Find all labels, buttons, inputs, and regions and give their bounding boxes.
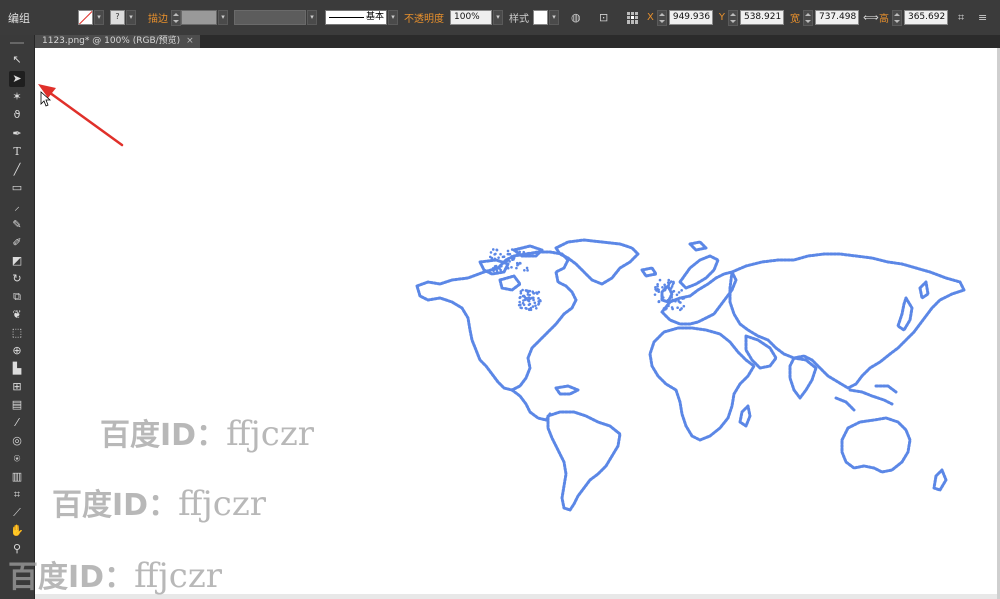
madagascar-outline xyxy=(738,404,752,428)
sakhalin-outline xyxy=(918,280,930,300)
pencil-tool-icon[interactable]: ✎ xyxy=(9,217,25,233)
width-input[interactable]: 737.498 xyxy=(814,10,859,25)
iceland-outline xyxy=(640,266,658,278)
world-map-artwork[interactable] xyxy=(380,190,980,520)
chevron-down-icon[interactable]: ▾ xyxy=(388,10,398,25)
watermark-3-cn: 百度ID： xyxy=(8,560,135,595)
australia-outline xyxy=(840,416,912,474)
mesh-tool-icon[interactable]: ⊞ xyxy=(9,379,25,395)
x-input[interactable]: 949.936 xyxy=(668,10,713,25)
illustrator-window: 编组 ▾ ? ▾ 描边 ▾ ▾ 基本 ▾ 不透明度 100% ▾ 样式 ▾ ◍ … xyxy=(0,0,1000,599)
recolor-artwork-icon[interactable]: ◍ xyxy=(571,11,585,25)
india-outline xyxy=(788,356,818,400)
direct-selection-tool-icon[interactable]: ➤ xyxy=(9,71,25,87)
x-stepper[interactable] xyxy=(656,9,667,26)
reference-point-icon[interactable] xyxy=(627,11,639,24)
chevron-down-icon[interactable]: ▾ xyxy=(493,10,503,25)
panel-menu-icon[interactable]: ≡ xyxy=(978,11,992,25)
svalbard-outline xyxy=(688,240,708,252)
eraser-tool-icon[interactable]: ◩ xyxy=(9,253,25,269)
watermark-2: 百度ID：ffjczr xyxy=(52,480,266,524)
rectangle-tool-icon[interactable]: ▭ xyxy=(9,180,25,196)
document-tab[interactable]: 1123.png* @ 100% (RGB/预览) × xyxy=(34,35,200,48)
fill-none-swatch xyxy=(78,10,93,25)
control-bar: 编组 ▾ ? ▾ 描边 ▾ ▾ 基本 ▾ 不透明度 100% ▾ 样式 ▾ ◍ … xyxy=(0,0,1000,36)
brush-definition[interactable]: 基本 xyxy=(325,10,387,25)
symbol-sprayer-tool-icon[interactable]: ⍟ xyxy=(9,451,25,467)
warp-tool-icon[interactable]: ❦ xyxy=(9,307,25,323)
height-stepper[interactable] xyxy=(891,9,902,26)
chevron-down-icon[interactable]: ▾ xyxy=(218,10,228,25)
close-icon[interactable]: × xyxy=(186,36,194,46)
x-label: X xyxy=(647,12,654,23)
eyedropper-tool-icon[interactable]: ⁄ xyxy=(9,415,25,431)
europe-outline xyxy=(660,270,738,326)
opacity-input[interactable]: 100% xyxy=(450,10,492,25)
align-options-icon[interactable]: ⊡ xyxy=(599,11,613,25)
watermark-1-cn: 百度ID： xyxy=(100,418,227,453)
south-america-outline xyxy=(546,410,622,512)
y-label: Y xyxy=(718,12,725,23)
lasso-tool-icon[interactable]: ϑ xyxy=(9,107,25,123)
free-transform-tool-icon[interactable]: ⬚ xyxy=(9,325,25,341)
stroke-label[interactable]: 描边 xyxy=(148,10,168,25)
central-america-outline xyxy=(510,384,580,422)
paintbrush-tool-icon[interactable]: ⸝ xyxy=(9,199,25,215)
slice-tool-icon[interactable]: ⟋ xyxy=(9,505,25,521)
africa-outline xyxy=(648,326,756,442)
chevron-down-icon: ▾ xyxy=(126,10,136,25)
transform-icon[interactable]: ⌗ xyxy=(958,11,972,25)
width-label: 宽 xyxy=(789,14,800,25)
southeast-asia-islands-outline xyxy=(834,384,898,412)
height-input[interactable]: 365.692 xyxy=(903,10,948,25)
selection-tool-icon[interactable]: ↖ xyxy=(9,52,25,68)
height-label: 高 xyxy=(878,14,889,25)
column-graph-tool-icon[interactable]: ▥ xyxy=(9,469,25,485)
watermark-3: 百度ID：ffjczr xyxy=(8,552,222,596)
panel-grip[interactable] xyxy=(10,42,24,44)
variable-width-profile[interactable] xyxy=(234,10,306,25)
constrain-proportions-icon[interactable]: ⟺ xyxy=(863,11,879,25)
chevron-down-icon[interactable]: ▾ xyxy=(549,10,559,25)
stroke-weight-stepper[interactable] xyxy=(171,9,181,26)
stroke-color-picker[interactable]: ? ▾ xyxy=(110,10,136,25)
line-tool-icon[interactable]: ╱ xyxy=(9,162,25,178)
document-tab-title: 1123.png* @ 100% (RGB/预览) xyxy=(42,36,181,46)
y-input[interactable]: 538.921 xyxy=(739,10,784,25)
new-zealand-outline xyxy=(932,468,948,492)
perspective-grid-tool-icon[interactable]: ▙ xyxy=(9,361,25,377)
shape-builder-tool-icon[interactable]: ⊕ xyxy=(9,343,25,359)
type-tool-icon[interactable]: T xyxy=(9,144,25,160)
rotate-tool-icon[interactable]: ↻ xyxy=(9,271,25,287)
document-tab-bar: 1123.png* @ 100% (RGB/预览) × xyxy=(0,35,1000,48)
selection-type-label: 编组 xyxy=(8,11,30,25)
y-stepper[interactable] xyxy=(727,9,738,26)
watermark-3-en: ffjczr xyxy=(134,556,222,596)
japan-outline xyxy=(896,296,914,332)
scale-tool-icon[interactable]: ⧉ xyxy=(9,289,25,305)
hand-tool-icon[interactable]: ✋ xyxy=(9,523,25,539)
blob-brush-tool-icon[interactable]: ✐ xyxy=(9,235,25,251)
watermark-1: 百度ID：ffjczr xyxy=(100,410,314,454)
graphic-style-swatch[interactable] xyxy=(533,10,548,25)
artboard-tool-icon[interactable]: ⌗ xyxy=(9,487,25,503)
stroke-swatch: ? xyxy=(110,10,125,25)
pen-tool-icon[interactable]: ✒ xyxy=(9,126,25,142)
gradient-tool-icon[interactable]: ▤ xyxy=(9,397,25,413)
style-label: 样式 xyxy=(509,14,529,25)
magic-wand-tool-icon[interactable]: ✶ xyxy=(9,89,25,105)
width-stepper[interactable] xyxy=(802,9,813,26)
tools-panel: ↖ ➤ ✶ ϑ ✒ T ╱ ▭ ⸝ ✎ ✐ ◩ ↻ ⧉ ❦ ⬚ ⊕ ▙ ⊞ ▤ … xyxy=(0,35,35,599)
chevron-down-icon: ▾ xyxy=(94,10,104,25)
watermark-1-en: ffjczr xyxy=(226,414,314,454)
scandinavia-outline xyxy=(678,254,720,290)
blend-tool-icon[interactable]: ◎ xyxy=(9,433,25,449)
watermark-2-en: ffjczr xyxy=(178,484,266,524)
brush-definition-label: 基本 xyxy=(365,12,384,22)
opacity-label[interactable]: 不透明度 xyxy=(404,10,444,25)
fill-color-picker[interactable]: ▾ xyxy=(78,10,104,25)
stroke-weight-field[interactable] xyxy=(181,10,217,25)
watermark-2-cn: 百度ID： xyxy=(52,488,179,523)
chevron-down-icon[interactable]: ▾ xyxy=(307,10,317,25)
